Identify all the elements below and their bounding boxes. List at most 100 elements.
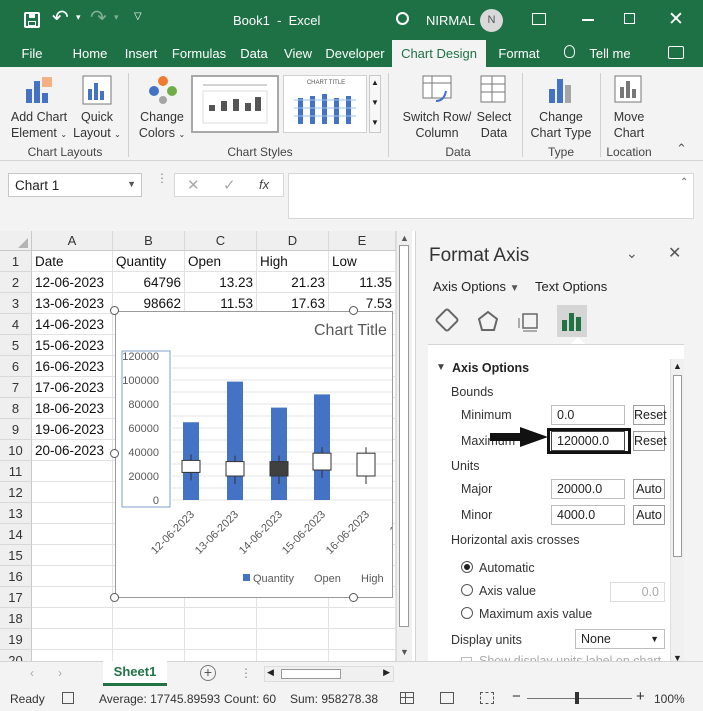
tab-insert[interactable]: Insert — [120, 40, 162, 67]
next-sheet-icon[interactable]: › — [58, 666, 62, 680]
save-icon[interactable] — [24, 12, 40, 28]
pane-scroll-up-icon[interactable]: ▲ — [673, 361, 682, 371]
row-header-16[interactable]: 16 — [0, 566, 32, 587]
cell[interactable] — [32, 629, 113, 650]
cell[interactable] — [32, 461, 113, 482]
scroll-up-icon[interactable]: ▲ — [371, 78, 379, 87]
axis-options-tab[interactable]: Axis Options ▼ — [433, 279, 520, 294]
axis-options-icon-tab[interactable] — [557, 305, 587, 337]
add-chart-element-button[interactable]: Add Chart Element ⌄ — [6, 71, 68, 143]
chart-handle-bottom-mid[interactable] — [349, 593, 358, 602]
page-layout-view-icon[interactable] — [440, 692, 454, 704]
cell[interactable] — [32, 566, 113, 587]
tab-data[interactable]: Data — [236, 40, 272, 67]
scroll-down-icon[interactable]: ▼ — [371, 98, 379, 107]
close-icon[interactable]: ✕ — [668, 8, 684, 31]
row-header-13[interactable]: 13 — [0, 503, 32, 524]
row-header-14[interactable]: 14 — [0, 524, 32, 545]
box-open-high[interactable] — [312, 452, 332, 471]
minor-input[interactable]: 4000.0 — [551, 505, 625, 525]
cell[interactable] — [113, 629, 185, 650]
gallery-more-icon[interactable]: ▼ — [371, 118, 379, 127]
ribbon-display-icon[interactable] — [532, 13, 546, 25]
row-header-17[interactable]: 17 — [0, 587, 32, 608]
prev-sheet-icon[interactable]: ‹ — [30, 666, 34, 680]
chart-handle-top-mid[interactable] — [349, 306, 358, 315]
display-units-select[interactable]: None ▼ — [575, 629, 665, 649]
cell[interactable]: 12-06-2023 — [32, 272, 113, 293]
switch-row-column-button[interactable]: Switch Row/Column — [398, 71, 476, 143]
radio-max-axis-value[interactable] — [461, 607, 473, 619]
page-break-view-icon[interactable] — [480, 692, 494, 704]
minimum-reset-button[interactable]: Reset — [633, 405, 667, 425]
formula-input[interactable] — [288, 173, 694, 219]
select-data-button[interactable]: Select Data — [474, 71, 514, 143]
cell[interactable]: 20-06-2023 — [32, 440, 113, 461]
column-header-d[interactable]: D — [257, 231, 329, 251]
maximum-input[interactable]: 120000.0 — [551, 431, 625, 451]
box-open-high[interactable] — [181, 459, 201, 473]
cell[interactable]: Low — [329, 251, 396, 272]
section-axis-options[interactable]: Axis Options — [452, 361, 529, 375]
row-header-11[interactable]: 11 — [0, 461, 32, 482]
chart-plot[interactable]: 120000 100000 80000 60000 40000 20000 0 12-06-2… — [116, 312, 392, 597]
row-header-19[interactable]: 19 — [0, 629, 32, 650]
pane-scroll-thumb[interactable] — [673, 375, 682, 557]
tab-format[interactable]: Format — [492, 40, 546, 67]
insert-function-icon[interactable]: fx — [259, 177, 269, 192]
zoom-out-icon[interactable]: − — [512, 688, 521, 705]
search-icon[interactable] — [396, 12, 409, 25]
chart-style-1[interactable] — [191, 75, 279, 133]
hscroll-thumb[interactable] — [281, 669, 341, 679]
cell[interactable]: 13-06-2023 — [32, 293, 113, 314]
minor-auto-button[interactable]: Auto — [633, 505, 665, 525]
cell[interactable] — [329, 629, 396, 650]
legend-entry[interactable]: Quantity — [253, 573, 294, 585]
chart-styles-scroll[interactable]: ▲ ▼ ▼ — [369, 75, 381, 133]
chart-handle-bottom-left[interactable] — [110, 593, 119, 602]
row-header-6[interactable]: 6 — [0, 356, 32, 377]
change-colors-button[interactable]: Change Colors ⌄ — [136, 71, 188, 143]
cell[interactable]: Date — [32, 251, 113, 272]
maximum-reset-button[interactable]: Reset — [633, 431, 667, 451]
major-auto-button[interactable]: Auto — [633, 479, 665, 499]
customize-qat-icon[interactable]: ▽ — [134, 11, 142, 22]
maximize-icon[interactable] — [624, 13, 635, 24]
vertical-scroll-thumb[interactable] — [399, 245, 409, 627]
avatar[interactable]: N — [480, 9, 503, 32]
cell[interactable]: High — [257, 251, 329, 272]
accessibility-icon[interactable] — [62, 692, 74, 704]
row-header-2[interactable]: 2 — [0, 272, 32, 293]
hscroll-left-icon[interactable]: ◀ — [267, 667, 274, 678]
tell-me-search[interactable]: Tell me — [586, 40, 634, 67]
comments-icon[interactable] — [668, 46, 684, 59]
quick-layout-button[interactable]: Quick Layout ⌄ — [72, 71, 122, 143]
vertical-scrollbar[interactable]: ▲ ▼ — [396, 231, 412, 661]
chart-style-2[interactable]: CHART TITLE — [283, 75, 367, 133]
box-open-high[interactable] — [225, 461, 245, 477]
cell[interactable]: 19-06-2023 — [32, 419, 113, 440]
radio-automatic[interactable] — [461, 561, 473, 573]
sheet-tab-sheet1[interactable]: Sheet1 — [103, 661, 167, 686]
chart-handle-mid-left[interactable] — [110, 449, 119, 458]
row-header-1[interactable]: 1 — [0, 251, 32, 272]
cell[interactable] — [32, 482, 113, 503]
row-header-3[interactable]: 3 — [0, 293, 32, 314]
cell[interactable]: 11.35 — [329, 272, 396, 293]
cell[interactable] — [32, 545, 113, 566]
effects-icon[interactable] — [477, 310, 499, 332]
scroll-up-arrow-icon[interactable]: ▲ — [400, 233, 409, 243]
cell[interactable] — [185, 608, 257, 629]
major-input[interactable]: 20000.0 — [551, 479, 625, 499]
chart-object[interactable]: Chart Title 120000 100000 80000 60000 40000 2… — [115, 311, 393, 598]
column-header-e[interactable]: E — [329, 231, 396, 251]
tab-view[interactable]: View — [280, 40, 316, 67]
cell[interactable]: 17-06-2023 — [32, 377, 113, 398]
section-collapse-icon[interactable]: ▼ — [436, 362, 446, 373]
name-box[interactable]: Chart 1 ▼ — [8, 173, 142, 197]
cell[interactable]: Open — [185, 251, 257, 272]
pane-close-icon[interactable]: ✕ — [668, 243, 681, 263]
cell[interactable]: 15-06-2023 — [32, 335, 113, 356]
add-sheet-icon[interactable]: + — [200, 665, 216, 681]
cell[interactable] — [329, 608, 396, 629]
